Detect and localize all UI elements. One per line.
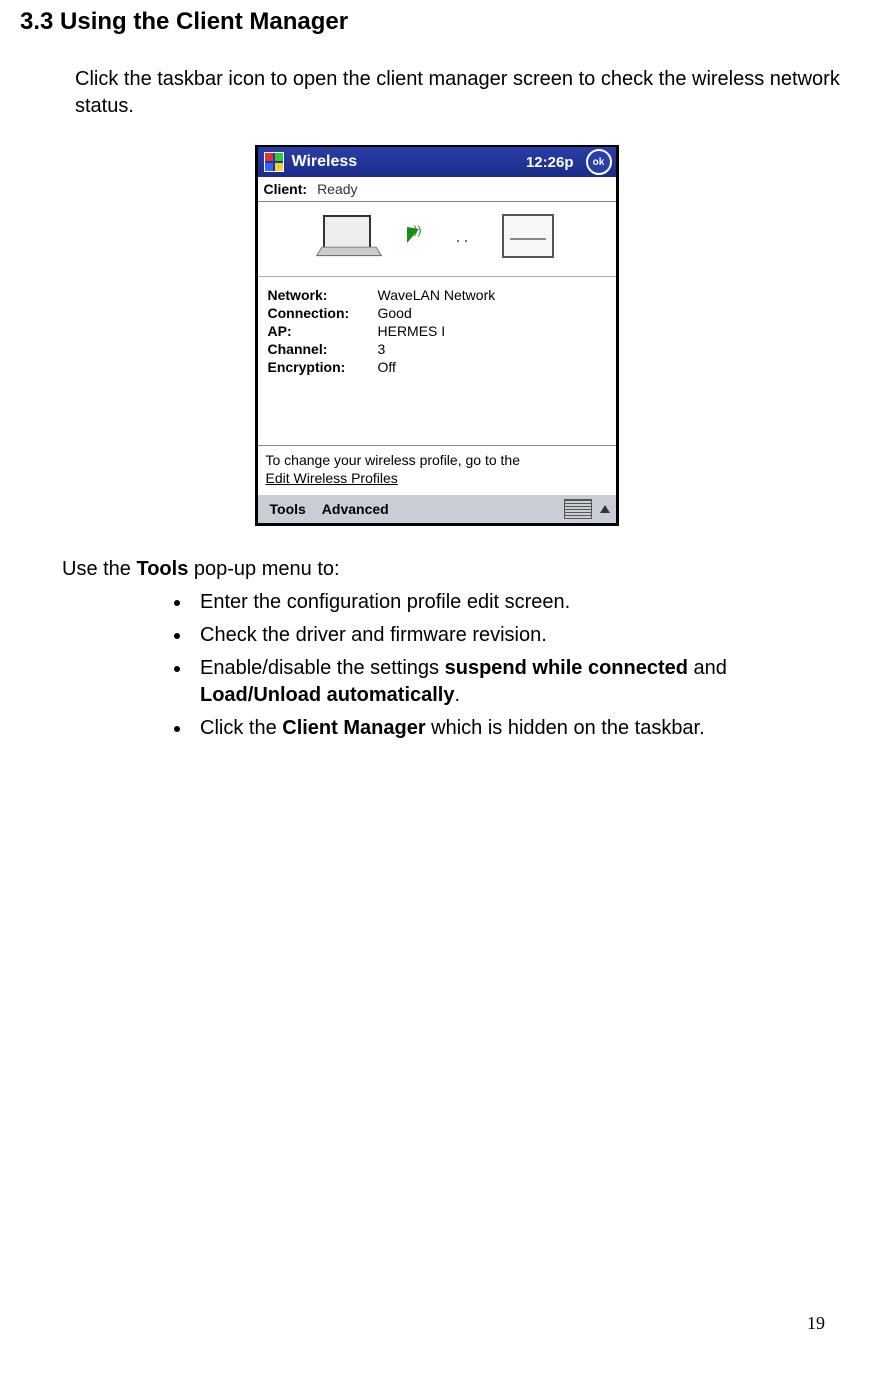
connection-graphic-row: )) .. [258,202,616,277]
channel-label: Channel: [268,341,378,357]
client-label: Client: [264,181,308,197]
tools-pre: Use the [62,558,136,580]
menu-advanced[interactable]: Advanced [316,499,395,519]
tools-bold: Tools [136,558,188,580]
bullet-3: Enable/disable the settings suspend whil… [192,655,843,709]
connection-dots: .. [455,226,471,247]
up-arrow-icon[interactable] [600,505,610,513]
post-screenshot-text: Use the Tools pop-up menu to: Enter the … [62,556,843,742]
encryption-value: Off [378,359,606,375]
b3-bold2: Load/Unload automatically [200,684,454,706]
b3-pre: Enable/disable the settings [200,657,445,679]
ap-label: AP: [268,323,378,339]
windows-logo-icon [264,152,284,172]
b3-bold1: suspend while connected [445,657,688,679]
menubar: Tools Advanced [258,494,616,523]
window-titlebar: Wireless 12:26p ok [258,147,616,177]
hint-text: To change your wireless profile, go to t… [266,452,520,468]
profile-hint-block: To change your wireless profile, go to t… [258,445,616,494]
bullet-1: Enter the configuration profile edit scr… [192,589,843,616]
bullet-2: Check the driver and firmware revision. [192,622,843,649]
channel-value: 3 [378,341,606,357]
edit-profiles-link[interactable]: Edit Wireless Profiles [266,470,398,486]
encryption-label: Encryption: [268,359,378,375]
window-title: Wireless [292,153,518,171]
client-status-row: Client: Ready [258,177,616,202]
network-value: WaveLAN Network [378,287,606,303]
bullet-4: Click the Client Manager which is hidden… [192,715,843,742]
b4-pre: Click the [200,717,282,739]
signal-icon: )) [407,227,425,245]
b3-mid: and [688,657,727,679]
access-point-icon [502,214,554,258]
laptop-icon [319,215,377,257]
network-info-block: Network: WaveLAN Network Connection: Goo… [258,277,616,445]
ok-button[interactable]: ok [586,149,612,175]
section-heading: 3.3 Using the Client Manager [20,8,853,36]
tools-bullet-list: Enter the configuration profile edit scr… [192,589,843,742]
intro-paragraph: Click the taskbar icon to open the clien… [75,66,853,120]
client-value: Ready [317,181,357,197]
tools-post: pop-up menu to: [188,558,339,580]
menu-tools[interactable]: Tools [264,499,312,519]
connection-value: Good [378,305,606,321]
network-label: Network: [268,287,378,303]
keyboard-icon[interactable] [564,499,592,519]
b4-post: which is hidden on the taskbar. [426,717,705,739]
clock-text: 12:26p [526,154,574,171]
b3-post: . [454,684,460,706]
b4-bold: Client Manager [282,717,425,739]
screenshot-figure: Wireless 12:26p ok Client: Ready )) .. N… [20,145,853,526]
connection-label: Connection: [268,305,378,321]
page-number: 19 [807,1313,825,1334]
ap-value: HERMES I [378,323,606,339]
device-frame: Wireless 12:26p ok Client: Ready )) .. N… [255,145,619,526]
